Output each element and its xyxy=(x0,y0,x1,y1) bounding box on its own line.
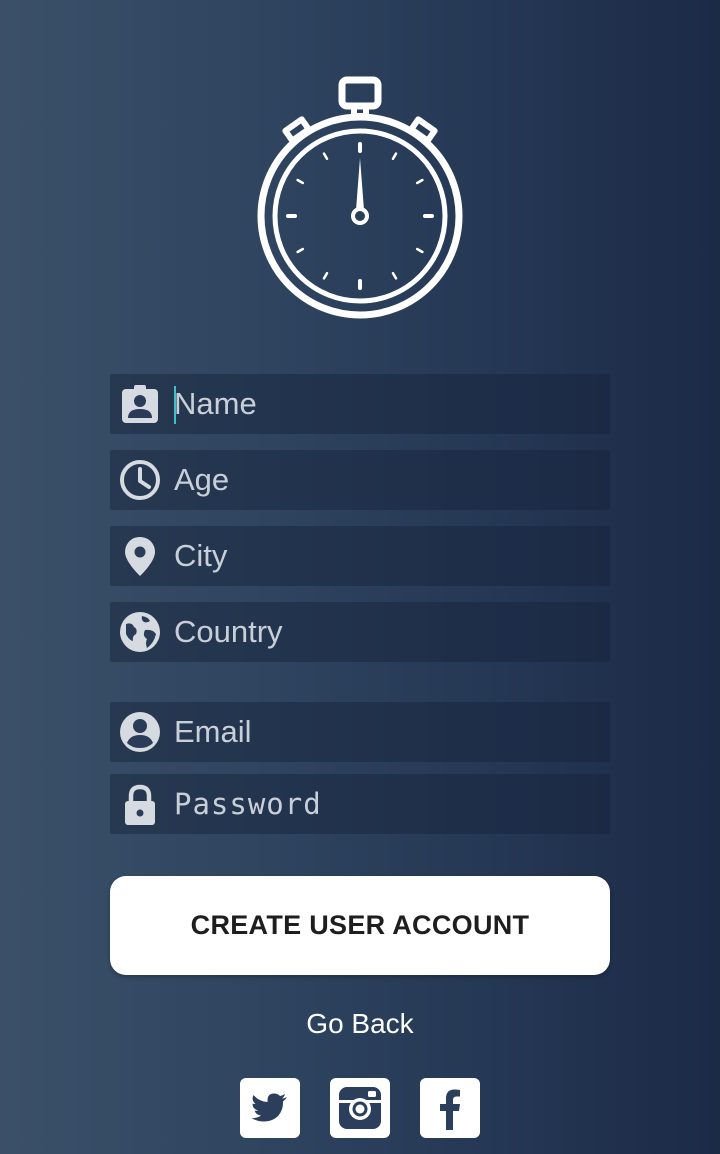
account-circle-icon xyxy=(118,710,162,754)
text-cursor xyxy=(174,386,176,424)
lock-icon xyxy=(118,782,162,826)
email-input[interactable] xyxy=(174,702,594,762)
clock-icon xyxy=(118,458,162,502)
age-field[interactable] xyxy=(110,450,610,510)
password-input[interactable] xyxy=(174,774,594,834)
name-input[interactable] xyxy=(174,374,594,434)
instagram-button[interactable] xyxy=(330,1078,390,1138)
city-input[interactable] xyxy=(174,526,594,586)
facebook-button[interactable] xyxy=(420,1078,480,1138)
create-user-account-button[interactable]: CREATE USER ACCOUNT xyxy=(110,876,610,975)
instagram-icon xyxy=(339,1087,381,1129)
globe-icon xyxy=(118,610,162,654)
age-input[interactable] xyxy=(174,450,594,510)
contact-badge-icon xyxy=(118,382,162,426)
email-field[interactable] xyxy=(110,702,610,762)
location-pin-icon xyxy=(118,534,162,578)
password-field[interactable] xyxy=(110,774,610,834)
twitter-icon xyxy=(251,1093,287,1122)
name-field[interactable] xyxy=(110,374,610,434)
facebook-icon xyxy=(440,1089,460,1130)
twitter-button[interactable] xyxy=(240,1078,300,1138)
stopwatch-icon xyxy=(257,76,463,319)
stopwatch-logo xyxy=(257,76,463,321)
city-field[interactable] xyxy=(110,526,610,586)
country-field[interactable] xyxy=(110,602,610,662)
country-input[interactable] xyxy=(174,602,594,662)
go-back-link[interactable]: Go Back xyxy=(260,1008,460,1040)
